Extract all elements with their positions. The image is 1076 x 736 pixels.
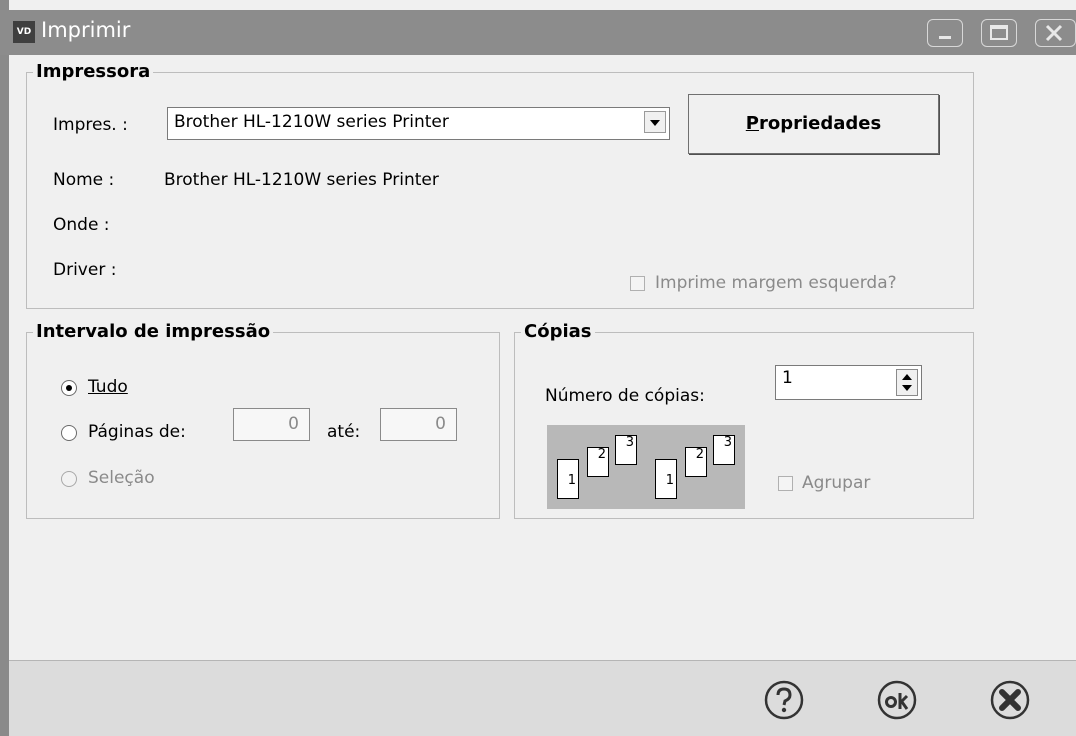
radio-all-label[interactable]: Tudo — [88, 377, 128, 397]
copies-label: Número de cópias: — [545, 386, 705, 406]
close-icon — [1045, 24, 1063, 42]
collate-page: 2 — [685, 447, 707, 477]
window-left-border — [0, 0, 9, 736]
maximize-icon — [990, 25, 1008, 40]
print-range-group: Intervalo de impressão Tudo Páginas de: … — [26, 322, 500, 519]
left-margin-checkbox[interactable] — [630, 276, 645, 291]
app-icon: VD — [13, 21, 35, 43]
collate-page: 3 — [713, 435, 735, 465]
collate-page: 1 — [557, 459, 579, 499]
window-title: Imprimir — [41, 18, 131, 42]
properties-button[interactable]: Propriedades — [688, 94, 939, 154]
radio-pages-label[interactable]: Páginas de: — [88, 422, 186, 442]
name-label: Nome : — [53, 170, 115, 190]
printer-group-legend: Impressora — [33, 62, 154, 82]
print-dialog: VD Imprimir Impressora Impres. : Brother… — [0, 0, 1076, 736]
copies-value[interactable]: 1 — [782, 368, 793, 388]
page-to-input[interactable]: 0 — [380, 408, 457, 441]
printer-select-value: Brother HL-1210W series Printer — [174, 112, 449, 132]
print-range-legend: Intervalo de impressão — [33, 322, 274, 342]
collate-preview: 3 2 1 3 2 1 — [547, 425, 745, 509]
minimize-icon — [939, 36, 951, 39]
title-bar[interactable]: VD Imprimir — [0, 10, 1076, 55]
collate-checkbox-label[interactable]: Agrupar — [802, 473, 870, 493]
dialog-content: Impressora Impres. : Brother HL-1210W se… — [9, 55, 1076, 660]
spinner-arrows-icon — [902, 374, 912, 391]
collate-page: 1 — [655, 459, 677, 499]
name-value: Brother HL-1210W series Printer — [164, 170, 439, 190]
radio-selection-label[interactable]: Seleção — [88, 468, 155, 488]
dropdown-arrow-icon[interactable] — [644, 111, 666, 133]
copies-legend: Cópias — [521, 322, 595, 342]
minimize-button[interactable] — [927, 19, 963, 47]
printer-label: Impres. : — [53, 115, 128, 135]
page-to-label: até: — [327, 422, 361, 442]
collate-checkbox[interactable] — [778, 476, 793, 491]
radio-selection[interactable] — [61, 471, 77, 487]
help-icon[interactable] — [763, 679, 805, 721]
page-from-input[interactable]: 0 — [233, 408, 310, 441]
collate-page: 2 — [587, 447, 609, 477]
properties-button-label: Propriedades — [745, 113, 882, 134]
radio-all-label-text: Tudo — [88, 377, 128, 397]
printer-select[interactable]: Brother HL-1210W series Printer — [167, 107, 670, 140]
footer-toolbar — [9, 660, 1076, 736]
left-margin-checkbox-label: Imprime margem esquerda? — [655, 273, 897, 293]
where-label: Onde : — [53, 215, 110, 235]
spinner-buttons[interactable] — [896, 369, 918, 396]
cancel-icon[interactable] — [989, 679, 1031, 721]
driver-label: Driver : — [53, 260, 117, 280]
ok-icon[interactable] — [876, 679, 918, 721]
radio-pages[interactable] — [61, 425, 77, 441]
printer-group: Impressora Impres. : Brother HL-1210W se… — [26, 62, 974, 309]
close-window-button[interactable] — [1035, 19, 1076, 47]
collate-page: 3 — [615, 435, 637, 465]
copies-spinner[interactable]: 1 — [775, 365, 922, 400]
radio-all[interactable] — [61, 380, 77, 396]
maximize-button[interactable] — [981, 19, 1017, 47]
copies-group: Cópias Número de cópias: 1 3 2 1 3 2 1 A… — [514, 322, 974, 519]
